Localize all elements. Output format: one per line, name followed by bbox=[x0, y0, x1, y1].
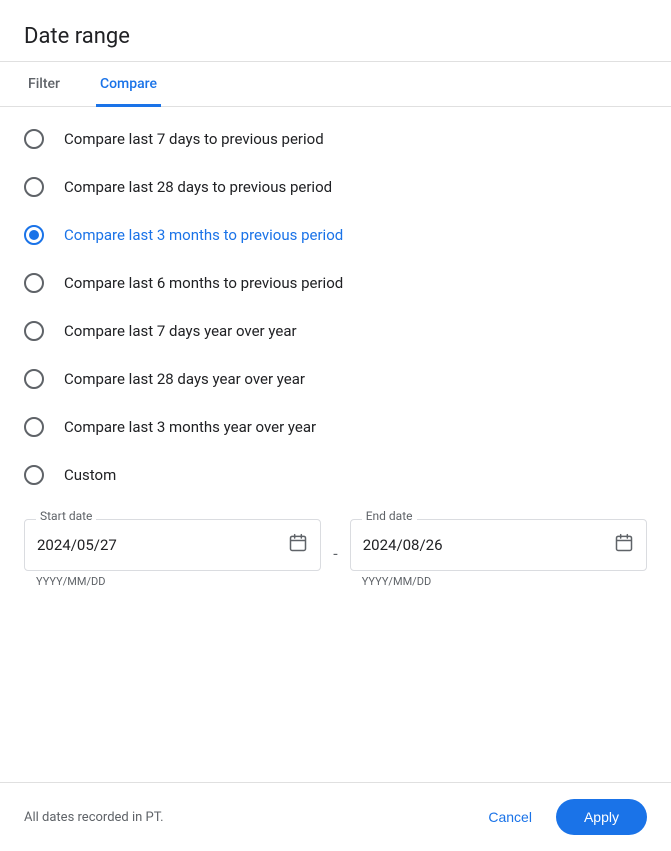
apply-button[interactable]: Apply bbox=[556, 799, 647, 835]
radio-label-1: Compare last 7 days to previous period bbox=[64, 130, 324, 148]
radio-circle-8 bbox=[24, 465, 44, 485]
radio-circle-1 bbox=[24, 129, 44, 149]
radio-circle-2 bbox=[24, 177, 44, 197]
radio-item-2[interactable]: Compare last 28 days to previous period bbox=[0, 163, 671, 211]
start-date-wrap: Start date 2024/05/27 YYYY/MM/DD bbox=[24, 519, 321, 588]
radio-circle-6 bbox=[24, 369, 44, 389]
radio-item-8[interactable]: Custom bbox=[0, 451, 671, 499]
radio-circle-4 bbox=[24, 273, 44, 293]
radio-item-7[interactable]: Compare last 3 months year over year bbox=[0, 403, 671, 451]
start-date-value: 2024/05/27 bbox=[37, 536, 288, 554]
radio-circle-5 bbox=[24, 321, 44, 341]
radio-label-2: Compare last 28 days to previous period bbox=[64, 178, 332, 196]
tab-filter[interactable]: Filter bbox=[24, 62, 64, 107]
radio-label-3: Compare last 3 months to previous period bbox=[64, 226, 343, 244]
radio-label-6: Compare last 28 days year over year bbox=[64, 370, 305, 388]
radio-label-4: Compare last 6 months to previous period bbox=[64, 274, 343, 292]
footer-buttons: Cancel Apply bbox=[472, 799, 647, 835]
radio-circle-3 bbox=[24, 225, 44, 245]
radio-label-8: Custom bbox=[64, 466, 116, 484]
end-date-value: 2024/08/26 bbox=[363, 536, 614, 554]
footer-note: All dates recorded in PT. bbox=[24, 810, 164, 825]
radio-list: Compare last 7 days to previous period C… bbox=[0, 107, 671, 507]
date-dash: - bbox=[333, 544, 337, 563]
radio-item-6[interactable]: Compare last 28 days year over year bbox=[0, 355, 671, 403]
end-date-hint: YYYY/MM/DD bbox=[350, 571, 647, 588]
end-calendar-icon[interactable] bbox=[614, 533, 634, 558]
radio-label-5: Compare last 7 days year over year bbox=[64, 322, 297, 340]
end-date-input[interactable]: 2024/08/26 bbox=[350, 519, 647, 571]
cancel-button[interactable]: Cancel bbox=[472, 799, 548, 835]
radio-item-5[interactable]: Compare last 7 days year over year bbox=[0, 307, 671, 355]
page-title: Date range bbox=[0, 0, 671, 61]
custom-section: Start date 2024/05/27 YYYY/MM/DD - End d… bbox=[0, 507, 671, 612]
radio-circle-7 bbox=[24, 417, 44, 437]
radio-label-7: Compare last 3 months year over year bbox=[64, 418, 316, 436]
end-date-wrap: End date 2024/08/26 YYYY/MM/DD bbox=[350, 519, 647, 588]
radio-item-1[interactable]: Compare last 7 days to previous period bbox=[0, 115, 671, 163]
start-date-input[interactable]: 2024/05/27 bbox=[24, 519, 321, 571]
date-fields: Start date 2024/05/27 YYYY/MM/DD - End d… bbox=[24, 519, 647, 588]
start-date-label: Start date bbox=[36, 509, 96, 523]
footer: All dates recorded in PT. Cancel Apply bbox=[0, 782, 671, 851]
tab-compare[interactable]: Compare bbox=[96, 62, 161, 107]
end-date-label: End date bbox=[362, 509, 417, 523]
radio-item-4[interactable]: Compare last 6 months to previous period bbox=[0, 259, 671, 307]
tabs: Filter Compare bbox=[0, 62, 671, 107]
radio-item-3[interactable]: Compare last 3 months to previous period bbox=[0, 211, 671, 259]
start-calendar-icon[interactable] bbox=[288, 533, 308, 558]
start-date-hint: YYYY/MM/DD bbox=[24, 571, 321, 588]
